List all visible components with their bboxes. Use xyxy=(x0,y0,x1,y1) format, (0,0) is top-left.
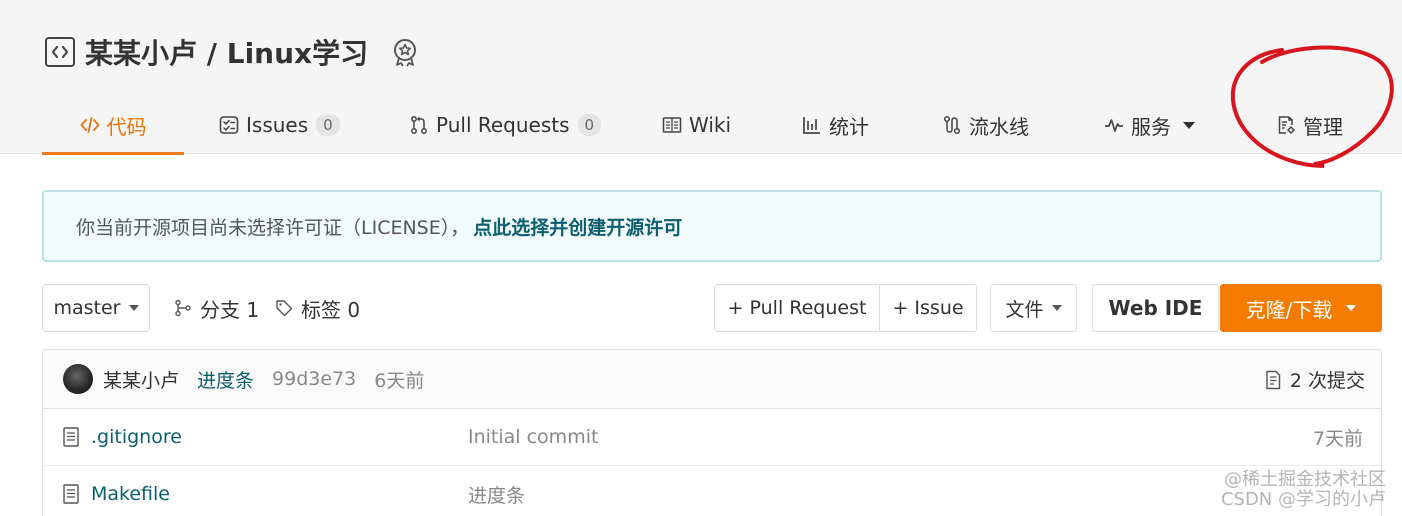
tab-wiki-label: Wiki xyxy=(689,113,732,137)
file-icon xyxy=(63,484,79,504)
avatar[interactable] xyxy=(63,364,93,394)
pipeline-icon xyxy=(943,115,961,135)
clone-download-button[interactable]: 克隆/下载 xyxy=(1220,284,1382,332)
new-pull-request-label: + Pull Request xyxy=(727,297,867,319)
file-commit-time: 7天前 xyxy=(1312,427,1363,450)
table-row: .gitignore Initial commit 7天前 xyxy=(43,409,1381,466)
tab-services-label: 服务 xyxy=(1131,114,1171,139)
chevron-down-icon xyxy=(1051,305,1062,311)
watermark: @稀土掘金技术社区 CSDN @学习的小卢 xyxy=(1221,470,1386,510)
file-commit-message[interactable]: 进度条 xyxy=(468,481,525,508)
chevron-down-icon xyxy=(1183,121,1195,129)
tab-manage[interactable]: 管理 xyxy=(1276,96,1343,154)
tab-stats[interactable]: 统计 xyxy=(802,96,869,154)
file-name-link[interactable]: Makefile xyxy=(91,483,170,505)
new-pull-request-button[interactable]: + Pull Request xyxy=(714,284,880,332)
file-commit-message[interactable]: Initial commit xyxy=(468,426,598,448)
commits-icon xyxy=(1266,370,1281,389)
settings-doc-icon xyxy=(1278,116,1295,134)
bar-chart-icon xyxy=(803,117,820,134)
file-icon xyxy=(63,427,79,447)
code-icon xyxy=(80,117,99,133)
pulse-icon xyxy=(1105,119,1123,132)
tag-icon xyxy=(276,300,293,317)
chevron-down-icon xyxy=(1346,305,1357,311)
watermark-line-2: CSDN @学习的小卢 xyxy=(1220,489,1386,510)
branches-link[interactable]: 分支 1 xyxy=(174,284,259,332)
pull-requests-count-badge: 0 xyxy=(577,114,602,136)
tab-code-label: 代码 xyxy=(106,114,147,139)
issues-count-badge: 0 xyxy=(316,114,340,136)
license-notice: 你当前开源项目尚未选择许可证（LICENSE）， 点此选择并创建开源许可 xyxy=(42,190,1382,262)
tab-manage-label: 管理 xyxy=(1303,114,1343,139)
file-menu-button[interactable]: 文件 xyxy=(990,284,1077,332)
repo-title[interactable]: 某某小卢 / Linux学习 xyxy=(85,32,368,72)
tab-issues[interactable]: Issues 0 xyxy=(219,96,340,154)
tab-issues-label: Issues xyxy=(246,113,309,137)
tab-pipeline-label: 流水线 xyxy=(969,114,1029,139)
file-name-link[interactable]: .gitignore xyxy=(91,426,182,448)
branch-select[interactable]: master xyxy=(42,284,150,332)
license-notice-text: 你当前开源项目尚未选择许可证（LICENSE）， xyxy=(76,216,470,239)
book-icon xyxy=(662,117,682,133)
pull-request-icon xyxy=(411,116,427,134)
commit-author[interactable]: 某某小卢 xyxy=(103,366,179,393)
repo-header: 某某小卢 / Linux学习 代码 Issues 0 Pull Requests… xyxy=(0,0,1402,168)
branch-icon xyxy=(175,299,191,317)
tab-wiki[interactable]: Wiki xyxy=(662,96,731,154)
table-row: Makefile 进度条 xyxy=(43,466,1381,516)
repo-title-row: 某某小卢 / Linux学习 xyxy=(45,34,368,70)
latest-commit-bar: 某某小卢 进度条 99d3e73 6天前 2 次提交 xyxy=(43,350,1381,409)
branch-select-label: master xyxy=(53,297,121,319)
create-license-link[interactable]: 点此选择并创建开源许可 xyxy=(473,213,682,240)
repo-toolbar: master 分支 1 标签 0 + Pull Request + Issue … xyxy=(42,284,1382,332)
clone-download-label: 克隆/下载 xyxy=(1245,297,1333,322)
file-menu-label: 文件 xyxy=(1005,298,1044,321)
web-ide-button[interactable]: Web IDE xyxy=(1092,284,1219,332)
issues-icon xyxy=(219,116,239,134)
file-list: 某某小卢 进度条 99d3e73 6天前 2 次提交 .gitignore In… xyxy=(42,349,1382,516)
tab-pull-requests[interactable]: Pull Requests 0 xyxy=(409,96,602,154)
tab-services[interactable]: 服务 xyxy=(1104,96,1195,154)
tags-label: 标签 0 xyxy=(301,297,361,322)
tab-code[interactable]: 代码 xyxy=(42,96,184,155)
tags-link[interactable]: 标签 0 xyxy=(275,284,360,332)
new-issue-button[interactable]: + Issue xyxy=(879,284,977,332)
branches-label: 分支 1 xyxy=(200,297,260,322)
commit-count-link[interactable]: 2 次提交 xyxy=(1264,350,1365,409)
commit-time: 6天前 xyxy=(374,369,425,392)
commit-message[interactable]: 进度条 xyxy=(197,366,254,393)
chevron-down-icon xyxy=(128,305,139,311)
tab-stats-label: 统计 xyxy=(829,114,869,139)
commit-sha[interactable]: 99d3e73 xyxy=(272,368,356,390)
repo-code-icon xyxy=(45,37,75,67)
recommended-badge-icon[interactable] xyxy=(390,37,420,67)
commit-count-label: 2 次提交 xyxy=(1289,370,1365,392)
tab-pull-requests-label: Pull Requests xyxy=(436,113,570,137)
new-issue-label: + Issue xyxy=(892,297,964,319)
tab-pipeline[interactable]: 流水线 xyxy=(942,96,1029,154)
web-ide-label: Web IDE xyxy=(1108,296,1203,320)
watermark-line-1: @稀土掘金技术社区 xyxy=(1224,469,1386,490)
